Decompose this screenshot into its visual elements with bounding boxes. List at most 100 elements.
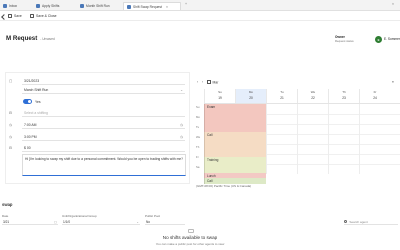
unit-value: 1/1/0	[63, 219, 71, 224]
save-close-label: Save & Close	[36, 14, 57, 18]
code-value: $ 00	[24, 146, 31, 150]
page-title: M Request - Unsaved	[6, 35, 55, 42]
new-tab-icon[interactable]: +	[185, 2, 187, 6]
chevron-down-icon: ⌄	[180, 88, 183, 92]
avatar-initials: E	[377, 37, 380, 42]
day-date: 21	[280, 95, 284, 100]
app-icon	[36, 4, 40, 8]
day-date: 24	[373, 95, 377, 100]
swap-date-field[interactable]: 3/21 ▢	[2, 219, 58, 225]
end-time-icon: ◷	[9, 135, 12, 139]
day-column-header-current[interactable]: Mo 20	[235, 89, 266, 103]
start-time-field[interactable]: 7:00 AM ◷	[22, 122, 185, 129]
browser-tab-apply-shifts[interactable]: Apply Shifts	[36, 2, 74, 10]
public-pool-label: Public Pool	[145, 213, 161, 218]
public-pool-field[interactable]: No	[145, 219, 185, 225]
day-column-header[interactable]: Tu 21	[266, 89, 297, 103]
shift-label: Call	[207, 179, 213, 183]
reason-textarea[interactable]: Hi [I'm looking to swap my shift due to …	[22, 154, 186, 176]
day-date: 20	[249, 95, 253, 100]
shift-label: Exam	[207, 105, 216, 109]
save-button[interactable]: Save	[8, 13, 22, 19]
day-name: Tu	[280, 90, 284, 94]
end-time-value: 3:00 PM	[24, 135, 37, 139]
grid-line	[297, 104, 298, 174]
search-input[interactable]: Search agent	[344, 219, 398, 225]
timezone-note: (GMT-08:00) Pacific Time (US & Canada)	[196, 184, 252, 188]
browser-tab-month-shift-run[interactable]: Month Shift Run	[80, 2, 122, 10]
day-column-header[interactable]: Fr 24	[359, 89, 390, 103]
clock-icon: ◷	[179, 123, 183, 127]
view-menu-icon[interactable]: ≡	[392, 80, 394, 84]
search-icon	[344, 219, 348, 224]
toggle-label: Yes	[35, 99, 41, 104]
calendar-icon	[207, 80, 211, 84]
app-icon	[127, 4, 131, 9]
chevron-down-icon: ⌄	[136, 220, 139, 224]
tab-label: Apply Shifts	[42, 4, 60, 8]
next-week-button[interactable]: ›	[202, 80, 203, 84]
record-title: M Request	[6, 35, 38, 42]
clock-icon: ◷	[179, 135, 183, 139]
gutter-label: We	[196, 135, 201, 139]
save-close-icon	[30, 14, 34, 18]
start-time-icon: ◷	[9, 123, 12, 127]
date-value: 3/21/2023	[24, 79, 40, 83]
public-pool-value: No	[146, 219, 151, 224]
day-column-header[interactable]: Su 19	[204, 89, 235, 103]
previous-week-button[interactable]: ‹	[197, 80, 198, 84]
calendar-grid: Exam Call Training	[204, 103, 400, 174]
shift-select-field[interactable]: Select a shifting	[22, 110, 185, 117]
gutter-label: Fr	[196, 155, 199, 159]
close-tab-icon[interactable]: ×	[166, 5, 168, 9]
availability-toggle[interactable]	[23, 99, 32, 104]
shift-field-icon: ⊟	[9, 111, 12, 115]
app-icon	[3, 4, 7, 8]
record-status: - Unsaved	[40, 37, 55, 41]
save-and-close-button[interactable]: Save & Close	[30, 13, 57, 19]
day-name: Th	[342, 90, 346, 94]
code-field[interactable]: $ 00	[22, 145, 185, 152]
gutter-label: Tu	[196, 125, 200, 129]
search-placeholder: Search agent	[349, 219, 368, 224]
swap-date-value: 3/21	[3, 219, 10, 224]
app-icon	[80, 4, 84, 8]
close-window-icon[interactable]: ×	[392, 2, 394, 6]
schedule-value: March Shift Run	[24, 88, 49, 92]
shift-block-exam[interactable]: Exam	[204, 104, 266, 132]
gutter-label: Sa	[196, 165, 200, 169]
shift-block-training[interactable]: Training	[204, 157, 266, 174]
tab-label: Inbox	[9, 4, 18, 8]
shift-label: Call	[207, 133, 213, 137]
end-time-field[interactable]: 3:00 PM ◷	[22, 134, 185, 141]
date-field[interactable]: 3/21/2023	[22, 78, 185, 85]
day-name: Su	[218, 90, 222, 94]
avatar[interactable]: E	[375, 36, 382, 43]
save-label: Save	[14, 14, 22, 18]
schedule-field[interactable]: March Shift Run ⌄	[22, 87, 185, 94]
browser-tab-shift-swap-request[interactable]: Shift Swap Request ×	[123, 2, 181, 10]
grid-line	[359, 104, 360, 174]
start-time-value: 7:00 AM	[24, 123, 37, 127]
day-date: 23	[342, 95, 346, 100]
shift-block-call[interactable]: Call	[204, 132, 266, 157]
grid-line	[266, 104, 267, 174]
gutter-label: Su	[196, 105, 200, 109]
unit-field[interactable]: 1/1/0 ⌄	[62, 219, 140, 225]
gutter-label: Th	[196, 145, 200, 149]
day-name: Fr	[373, 90, 377, 94]
calendar-icon: ▢	[53, 220, 57, 224]
empty-state-icon	[188, 229, 194, 233]
empty-state-title: No shifts available to swap	[162, 235, 218, 240]
grid-line	[328, 104, 329, 174]
back-arrow-icon	[1, 14, 6, 19]
day-date: 22	[311, 95, 315, 100]
date-range-label: Mar	[212, 80, 219, 85]
gutter-label: Mo	[196, 115, 200, 119]
code-field-icon: ⊟	[9, 146, 12, 150]
tab-label: Shift Swap Request	[133, 4, 162, 9]
day-column-header[interactable]: Th 23	[328, 89, 359, 103]
browser-tab-inbox[interactable]: Inbox	[3, 2, 33, 10]
day-column-header[interactable]: We 22	[297, 89, 328, 103]
date-range-picker[interactable]: Mar	[207, 80, 218, 84]
